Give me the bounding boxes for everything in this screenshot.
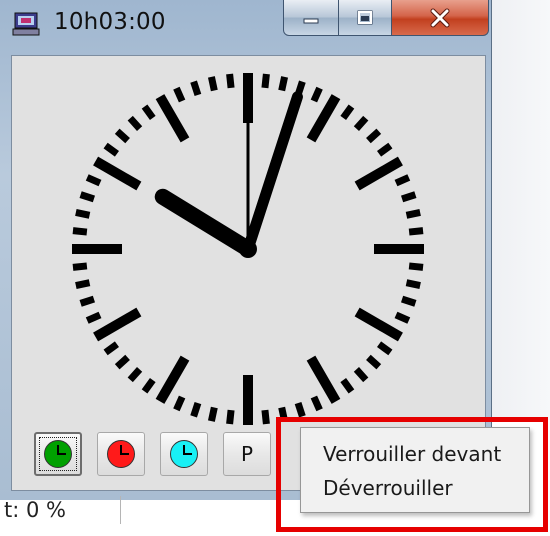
minute-mark xyxy=(75,208,91,219)
minute-hand xyxy=(242,91,303,255)
hour-mark xyxy=(155,355,190,404)
minute-mark xyxy=(72,262,88,271)
app-icon[interactable] xyxy=(12,12,40,36)
red-clock-button[interactable] xyxy=(97,432,145,476)
hour-mark xyxy=(93,156,142,191)
context-menu: Verrouiller devant Déverrouiller xyxy=(300,427,530,513)
minute-mark xyxy=(310,86,323,103)
minimize-icon xyxy=(303,18,319,23)
hour-mark xyxy=(155,94,190,143)
status-separator xyxy=(120,496,121,524)
minute-mark xyxy=(366,128,382,144)
minute-mark xyxy=(353,367,369,383)
minute-mark xyxy=(141,378,156,394)
clock-window: 10h03:00 P xyxy=(0,0,492,500)
hour-mark xyxy=(306,94,341,143)
minute-mark xyxy=(103,341,119,356)
maximize-icon xyxy=(357,10,373,24)
analog-clock xyxy=(72,73,424,425)
green-clock-button[interactable] xyxy=(34,432,82,476)
minute-mark xyxy=(226,409,235,425)
minute-mark xyxy=(190,401,202,418)
minute-mark xyxy=(408,262,424,271)
minute-mark xyxy=(366,354,382,370)
minute-mark xyxy=(405,279,421,290)
background-window xyxy=(490,0,550,420)
status-text: t: 0 % xyxy=(4,498,66,522)
minute-mark xyxy=(353,115,369,131)
menu-item-unlock[interactable]: Déverrouiller xyxy=(323,471,453,505)
clock-center xyxy=(239,240,257,258)
minute-mark xyxy=(141,104,156,120)
minute-mark xyxy=(261,73,270,89)
minute-mark xyxy=(278,406,289,422)
hour-mark xyxy=(354,307,403,342)
menu-item-lock-front[interactable]: Verrouiller devant xyxy=(323,437,501,471)
hour-mark xyxy=(306,355,341,404)
minute-mark xyxy=(340,378,355,394)
minute-mark xyxy=(377,341,393,356)
minute-mark xyxy=(394,311,411,324)
minute-mark xyxy=(85,311,102,324)
minute-mark xyxy=(261,409,270,425)
hour-hand xyxy=(154,188,256,257)
minute-mark xyxy=(207,76,218,92)
minute-mark xyxy=(79,191,96,203)
minute-mark xyxy=(79,295,96,307)
minute-mark xyxy=(408,227,424,236)
minute-mark xyxy=(207,406,218,422)
close-icon xyxy=(430,8,450,27)
minute-mark xyxy=(127,115,143,131)
minimize-button[interactable] xyxy=(283,0,339,36)
minute-mark xyxy=(85,174,102,187)
clock-green-icon xyxy=(44,440,72,468)
minute-mark xyxy=(310,395,323,412)
clock-red-icon xyxy=(107,440,135,468)
minute-mark xyxy=(394,174,411,187)
minute-mark xyxy=(173,86,186,103)
window-title: 10h03:00 xyxy=(54,9,166,35)
close-button[interactable] xyxy=(391,0,489,36)
minute-mark xyxy=(400,191,417,203)
clock-client-area: P xyxy=(11,55,486,491)
minute-mark xyxy=(278,76,289,92)
minute-mark xyxy=(405,208,421,219)
minute-mark xyxy=(400,295,417,307)
minute-mark xyxy=(75,279,91,290)
p-button-label: P xyxy=(240,442,254,466)
minute-mark xyxy=(190,80,202,97)
maximize-button[interactable] xyxy=(338,0,392,36)
minute-mark xyxy=(103,142,119,157)
p-button[interactable]: P xyxy=(223,432,271,476)
minute-mark xyxy=(114,354,130,370)
title-bar[interactable]: 10h03:00 xyxy=(0,0,492,50)
hour-mark xyxy=(354,156,403,191)
minute-mark xyxy=(294,401,306,418)
minute-mark xyxy=(340,104,355,120)
minute-mark xyxy=(226,73,235,89)
clock-cyan-icon xyxy=(170,440,198,468)
cyan-clock-button[interactable] xyxy=(160,432,208,476)
minute-mark xyxy=(114,128,130,144)
minute-mark xyxy=(173,395,186,412)
minute-mark xyxy=(377,142,393,157)
hour-mark xyxy=(93,307,142,342)
minute-mark xyxy=(127,367,143,383)
minute-mark xyxy=(72,227,88,236)
